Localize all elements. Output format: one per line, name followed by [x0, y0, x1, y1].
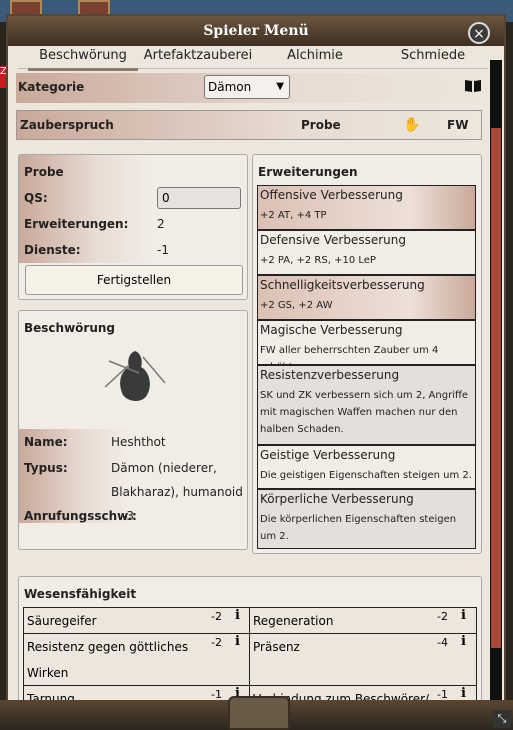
book-icon[interactable]	[464, 79, 482, 93]
ability-name: Säuregeifer	[27, 614, 97, 628]
ability-name: Präsenz	[253, 640, 300, 654]
info-icon[interactable]: i	[235, 634, 240, 649]
erweiterung-item[interactable]: Körperliche Verbesserung Die körperliche…	[257, 489, 476, 549]
erweiterung-desc: Die körperlichen Eigenschaften steigen u…	[260, 514, 457, 542]
erweiterung-item[interactable]: Geistige Verbesserung Die geistigen Eige…	[257, 445, 476, 489]
book-ornament-icon	[228, 696, 290, 730]
tab-alchimie[interactable]: Alchimie	[270, 46, 360, 68]
erweiterung-name: Magische Verbesserung	[260, 323, 403, 337]
tab-artefaktzauberei[interactable]: Artefaktzauberei	[138, 46, 258, 68]
resize-handle-icon[interactable]: ⤡	[493, 710, 511, 728]
ability-value: -2	[211, 610, 222, 623]
scrollbar[interactable]	[490, 60, 502, 718]
kategorie-label: Kategorie	[18, 80, 85, 94]
zauberspruch-header: Zauberspruch Probe ✋ FW	[16, 110, 482, 140]
ability-cell[interactable]: Regeneration -2 i	[249, 607, 477, 635]
fw-column-label: FW	[447, 118, 469, 132]
ability-cell[interactable]: Präsenz -4 i	[249, 633, 477, 687]
typus-value-line2: Blakharaz), humanoid	[111, 485, 243, 499]
qs-label: QS:	[24, 191, 48, 205]
erweiterungen-count-label: Erweiterungen:	[24, 217, 129, 231]
ability-value: -2	[211, 636, 222, 649]
erweiterungen-title: Erweiterungen	[258, 165, 358, 179]
erweiterung-desc: FW aller beherrschten Zauber um 4 erhöht	[260, 345, 439, 364]
erweiterung-name: Schnelligkeitsverbesserung	[260, 278, 425, 292]
ability-name-line2: Wirken	[27, 666, 69, 680]
erweiterung-item[interactable]: Magische Verbesserung FW aller beherrsch…	[257, 320, 476, 365]
name-value: Heshthot	[111, 435, 166, 449]
erweiterung-desc: +2 PA, +2 RS, +10 LeP	[260, 255, 376, 266]
erweiterung-item[interactable]: Schnelligkeitsverbesserung +2 GS, +2 AW	[257, 275, 476, 320]
erweiterung-desc: +2 AT, +4 TP	[260, 210, 327, 221]
erweiterung-name: Resistenzverbesserung	[260, 368, 400, 382]
info-icon[interactable]: i	[461, 686, 466, 701]
erweiterungen-count-value: 2	[157, 217, 165, 231]
wesensfaehigkeit-title: Wesensfähigkeit	[24, 587, 137, 601]
tab-beschwoerung[interactable]: Beschwörung	[28, 46, 138, 71]
creature-image	[104, 351, 166, 401]
erweiterung-name: Offensive Verbesserung	[260, 188, 403, 202]
erweiterung-item[interactable]: Offensive Verbesserung +2 AT, +4 TP	[257, 185, 476, 230]
typus-value: Dämon (niederer,	[111, 461, 217, 475]
dienste-value: -1	[157, 243, 169, 257]
ability-value: -4	[437, 636, 448, 649]
spieler-menu-window: Spieler Menü × Beschwörung Artefaktzaube…	[6, 14, 506, 720]
tab-schmiede[interactable]: Schmiede	[388, 46, 478, 68]
kategorie-select[interactable]: Dämon ▼	[204, 75, 290, 99]
chevron-down-icon: ▼	[276, 81, 284, 92]
typus-label: Typus:	[24, 461, 68, 475]
close-button[interactable]: ×	[468, 22, 490, 44]
ability-name: Resistenz gegen göttliches	[27, 640, 189, 654]
fertigstellen-button[interactable]: Fertigstellen	[25, 265, 243, 295]
erweiterung-desc: Die geistigen Eigenschaften steigen um 2…	[260, 470, 472, 481]
info-icon[interactable]: i	[461, 634, 466, 649]
hand-icon: ✋	[403, 117, 421, 133]
zauberspruch-label: Zauberspruch	[20, 118, 114, 132]
info-icon[interactable]: i	[461, 608, 466, 623]
ability-name: Regeneration	[253, 614, 334, 628]
erweiterung-desc: SK und ZK verbessern sich um 2, Angriffe…	[260, 390, 469, 435]
scrollbar-thumb[interactable]	[491, 128, 501, 648]
erweiterungen-panel: Erweiterungen Offensive Verbesserung +2 …	[252, 154, 482, 554]
anrufung-label: Anrufungsschw.:	[24, 509, 137, 523]
window-title[interactable]: Spieler Menü	[8, 16, 504, 46]
erweiterung-item[interactable]: Resistenzverbesserung SK und ZK verbesse…	[257, 365, 476, 445]
beschwoerung-panel: Beschwörung Name: Heshthot Typus: Dämon …	[18, 310, 248, 550]
kategorie-row: Kategorie Dämon ▼	[16, 73, 490, 103]
probe-column-label: Probe	[301, 118, 341, 132]
erweiterung-item[interactable]: Defensive Verbesserung +2 PA, +2 RS, +10…	[257, 230, 476, 275]
probe-panel: Probe QS: 0 Erweiterungen: 2 Dienste: -1…	[18, 154, 248, 300]
probe-title: Probe	[24, 165, 64, 179]
name-label: Name:	[24, 435, 68, 449]
erweiterung-name: Körperliche Verbesserung	[260, 492, 414, 506]
dienste-label: Dienste:	[24, 243, 81, 257]
erweiterung-name: Defensive Verbesserung	[260, 233, 406, 247]
ability-value: -2	[437, 610, 448, 623]
ability-cell[interactable]: Resistenz gegen göttliches Wirken -2 i	[23, 633, 251, 687]
erweiterung-desc: +2 GS, +2 AW	[260, 300, 333, 311]
anrufung-value: -3	[122, 509, 134, 523]
ability-cell[interactable]: Säuregeifer -2 i	[23, 607, 251, 635]
tab-bar: Beschwörung Artefaktzauberei Alchimie Sc…	[18, 46, 488, 71]
info-icon[interactable]: i	[235, 608, 240, 623]
beschwoerung-title: Beschwörung	[24, 321, 116, 335]
kategorie-value: Dämon	[208, 80, 252, 94]
qs-input[interactable]: 0	[157, 187, 241, 209]
erweiterung-name: Geistige Verbesserung	[260, 448, 396, 462]
